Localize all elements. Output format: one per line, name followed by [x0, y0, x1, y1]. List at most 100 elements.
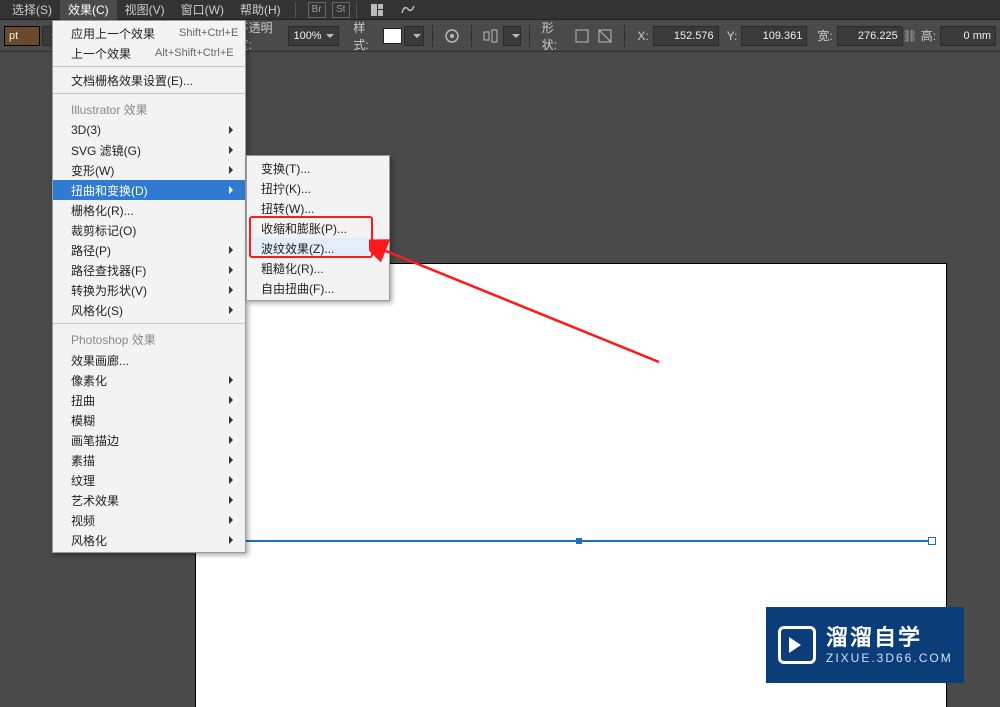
selection-center[interactable]: [576, 538, 582, 544]
watermark-title: 溜溜自学: [826, 625, 953, 651]
menu-item-pathfinder[interactable]: 路径查找器(F): [53, 260, 245, 280]
menu-item-apply-last-effect[interactable]: 应用上一个效果 Shift+Ctrl+E: [53, 23, 245, 43]
menu-item-warp[interactable]: 变形(W): [53, 160, 245, 180]
stock-icon[interactable]: St: [332, 2, 350, 18]
menu-item-crop-marks[interactable]: 裁剪标记(O): [53, 220, 245, 240]
submenu-item-zig-zag[interactable]: 波纹效果(Z)...: [247, 238, 389, 258]
submenu-item-roughen[interactable]: 粗糙化(R)...: [247, 258, 389, 278]
selection-handle[interactable]: [928, 537, 936, 545]
label: 路径查找器(F): [71, 262, 146, 279]
separator: [53, 323, 245, 324]
x-label: X:: [637, 29, 648, 43]
gpu-icon[interactable]: [397, 1, 419, 19]
menu-effects[interactable]: 效果(C): [60, 0, 117, 20]
align-dd[interactable]: [503, 26, 521, 46]
menu-item-rasterize[interactable]: 栅格化(R)...: [53, 200, 245, 220]
label: 裁剪标记(O): [71, 222, 136, 239]
label: 自由扭曲(F)...: [261, 280, 334, 297]
submenu-item-pucker-bloat[interactable]: 收缩和膨胀(P)...: [247, 218, 389, 238]
label: 视频: [71, 512, 95, 529]
submenu-item-transform[interactable]: 变换(T)...: [247, 158, 389, 178]
menu-item-texture[interactable]: 纹理: [53, 470, 245, 490]
label: 扭转(W)...: [261, 200, 314, 217]
menu-item-stylize-ai[interactable]: 风格化(S): [53, 300, 245, 320]
menu-item-path[interactable]: 路径(P): [53, 240, 245, 260]
menu-item-video[interactable]: 视频: [53, 510, 245, 530]
label: 像素化: [71, 372, 107, 389]
menu-item-distort-transform[interactable]: 扭曲和变换(D): [53, 180, 245, 200]
menu-item-3d[interactable]: 3D(3): [53, 120, 245, 140]
label: 转换为形状(V): [71, 282, 147, 299]
link-wh-icon[interactable]: ⛓: [903, 29, 917, 43]
effects-dropdown: 应用上一个效果 Shift+Ctrl+E 上一个效果 Alt+Shift+Ctr…: [52, 20, 246, 553]
label: 素描: [71, 452, 95, 469]
label: 风格化: [71, 532, 107, 549]
separator: [356, 2, 357, 18]
menu-bar: 选择(S) 效果(C) 视图(V) 窗口(W) 帮助(H) Br St: [0, 0, 1000, 20]
menu-help[interactable]: 帮助(H): [232, 0, 289, 20]
submenu-item-tweak[interactable]: 扭拧(K)...: [247, 178, 389, 198]
label: 收缩和膨胀(P)...: [261, 220, 347, 237]
menu-item-brush-strokes[interactable]: 画笔描边: [53, 430, 245, 450]
menu-view[interactable]: 视图(V): [117, 0, 173, 20]
label: 文档栅格效果设置(E)...: [71, 72, 193, 89]
label: 应用上一个效果: [71, 25, 155, 42]
label: 扭曲和变换(D): [71, 182, 148, 199]
label: 模糊: [71, 412, 95, 429]
label: 路径(P): [71, 242, 111, 259]
separator: [529, 25, 530, 47]
label: 扭拧(K)...: [261, 180, 311, 197]
recolor-icon[interactable]: [443, 26, 462, 46]
watermark-subtitle: ZIXUE.3D66.COM: [826, 651, 953, 665]
x-field[interactable]: 152.576: [653, 26, 719, 46]
label: 画笔描边: [71, 432, 119, 449]
align-icon[interactable]: [482, 26, 501, 46]
menu-item-last-effect[interactable]: 上一个效果 Alt+Shift+Ctrl+E: [53, 43, 245, 63]
arrange-icon[interactable]: [369, 1, 391, 19]
h-field[interactable]: 0 mm: [940, 26, 996, 46]
menu-item-artistic[interactable]: 艺术效果: [53, 490, 245, 510]
style-label: 样式:: [353, 19, 378, 53]
watermark-card: 溜溜自学 ZIXUE.3D66.COM: [766, 607, 964, 683]
menu-item-distort-ps[interactable]: 扭曲: [53, 390, 245, 410]
separator: [295, 2, 296, 18]
play-icon: [778, 626, 816, 664]
menu-item-blur[interactable]: 模糊: [53, 410, 245, 430]
bridge-icon[interactable]: Br: [308, 2, 326, 18]
shape-ico-1[interactable]: [573, 26, 592, 46]
stroke-unit[interactable]: pt: [4, 26, 40, 46]
menu-select[interactable]: 选择(S): [4, 0, 60, 20]
h-label: 高:: [921, 27, 936, 44]
menu-item-pixelate[interactable]: 像素化: [53, 370, 245, 390]
label: 纹理: [71, 472, 95, 489]
menu-item-stylize-ps[interactable]: 风格化: [53, 530, 245, 550]
label: 变形(W): [71, 162, 114, 179]
submenu-item-twist[interactable]: 扭转(W)...: [247, 198, 389, 218]
w-field[interactable]: 276.225: [837, 26, 903, 46]
shape-label: 形状:: [542, 19, 567, 53]
section-header-photoshop: Photoshop 效果: [53, 327, 245, 350]
label: SVG 滤镜(G): [71, 142, 141, 159]
style-swatch[interactable]: [383, 28, 402, 44]
shortcut: Shift+Ctrl+E: [155, 27, 238, 39]
section-header-illustrator: Illustrator 效果: [53, 97, 245, 120]
menu-item-doc-raster-settings[interactable]: 文档栅格效果设置(E)...: [53, 70, 245, 90]
menu-item-sketch[interactable]: 素描: [53, 450, 245, 470]
shape-ico-2[interactable]: [596, 26, 615, 46]
label: 变换(T)...: [261, 160, 310, 177]
distort-transform-submenu: 变换(T)... 扭拧(K)... 扭转(W)... 收缩和膨胀(P)... 波…: [246, 155, 390, 301]
opacity-field[interactable]: 100%: [288, 26, 339, 46]
separator: [624, 25, 625, 47]
w-label: 宽:: [817, 27, 832, 44]
submenu-item-free-distort[interactable]: 自由扭曲(F)...: [247, 278, 389, 298]
label: 扭曲: [71, 392, 95, 409]
menu-item-convert-to-shape[interactable]: 转换为形状(V): [53, 280, 245, 300]
style-dd[interactable]: [404, 26, 424, 46]
label: 风格化(S): [71, 302, 123, 319]
label: 栅格化(R)...: [71, 202, 134, 219]
y-field[interactable]: 109.361: [741, 26, 807, 46]
menu-item-effect-gallery[interactable]: 效果画廊...: [53, 350, 245, 370]
label: 3D(3): [71, 123, 101, 137]
menu-item-svg-filters[interactable]: SVG 滤镜(G): [53, 140, 245, 160]
menu-window[interactable]: 窗口(W): [173, 0, 232, 20]
